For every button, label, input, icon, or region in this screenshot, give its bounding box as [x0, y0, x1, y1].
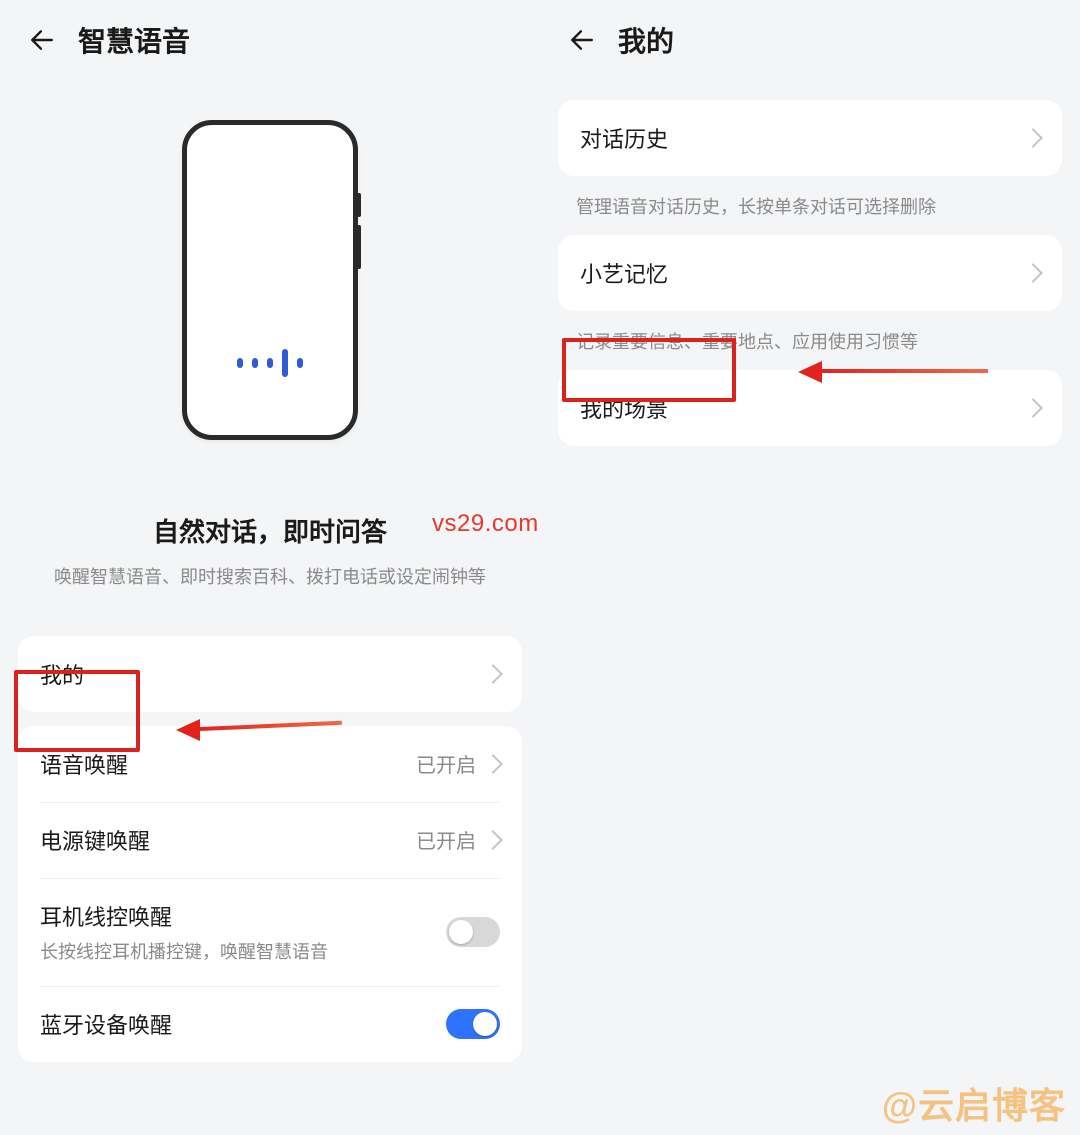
phone-illustration: [182, 120, 358, 440]
row-power-wake[interactable]: 电源键唤醒 已开启: [18, 802, 522, 878]
back-arrow-icon: [569, 27, 595, 53]
phone-side-button-icon: [357, 193, 361, 217]
chevron-right-icon: [483, 664, 503, 684]
topbar-left: 智慧语音: [0, 0, 540, 80]
history-desc: 管理语音对话历史，长按单条对话可选择删除: [540, 176, 1080, 221]
back-arrow-icon: [29, 27, 55, 53]
chevron-right-icon: [1023, 263, 1043, 283]
row-my-label: 我的: [40, 658, 486, 690]
phone-side-button-icon: [357, 225, 361, 269]
toggle-bluetooth-wake[interactable]: [446, 1009, 500, 1039]
row-my[interactable]: 我的: [18, 636, 522, 712]
row-memory-label: 小艺记忆: [580, 257, 1026, 289]
hero-title: 自然对话，即时问答: [153, 512, 387, 549]
chevron-right-icon: [1023, 128, 1043, 148]
chevron-right-icon: [1023, 398, 1043, 418]
memory-desc: 记录重要信息、重要地点、应用使用习惯等: [540, 311, 1080, 356]
pane-smart-voice: 智慧语音 自然对话，即时问答 唤醒智慧语音、即时搜索百科、拨打电话或设定闹钟等 …: [0, 0, 540, 1135]
card-memory: 小艺记忆: [558, 235, 1062, 311]
row-voice-wake-label: 语音唤醒: [40, 748, 416, 780]
row-wired-headset-wake-label: 耳机线控唤醒: [40, 900, 446, 932]
row-bluetooth-wake[interactable]: 蓝牙设备唤醒: [18, 986, 522, 1062]
topbar-right: 我的: [540, 0, 1080, 80]
toggle-wired-headset-wake[interactable]: [446, 917, 500, 947]
pane-my: 我的 对话历史 管理语音对话历史，长按单条对话可选择删除 小艺记忆 记录重要信息…: [540, 0, 1080, 1135]
row-wired-headset-wake-sub: 长按线控耳机播控键，唤醒智慧语音: [40, 938, 446, 964]
voice-wave-icon: [187, 349, 353, 377]
card-my: 我的: [18, 636, 522, 712]
row-bluetooth-wake-label: 蓝牙设备唤醒: [40, 1008, 446, 1040]
card-wake-options: 语音唤醒 已开启 电源键唤醒 已开启 耳机线控唤醒 长按线控耳机播控键，唤醒智慧…: [18, 726, 522, 1062]
back-button[interactable]: [20, 18, 64, 62]
page-title-left: 智慧语音: [78, 20, 190, 60]
card-history: 对话历史: [558, 100, 1062, 176]
hero-description: 唤醒智慧语音、即时搜索百科、拨打电话或设定闹钟等: [18, 563, 522, 592]
back-button[interactable]: [560, 18, 604, 62]
watermark-site: vs29.com: [432, 510, 539, 538]
row-history-label: 对话历史: [580, 122, 1026, 154]
row-power-wake-value: 已开启: [416, 825, 476, 854]
row-scenes[interactable]: 我的场景: [558, 370, 1062, 446]
row-power-wake-label: 电源键唤醒: [40, 824, 416, 856]
row-voice-wake[interactable]: 语音唤醒 已开启: [18, 726, 522, 802]
row-memory[interactable]: 小艺记忆: [558, 235, 1062, 311]
row-wired-headset-wake[interactable]: 耳机线控唤醒 长按线控耳机播控键，唤醒智慧语音: [18, 878, 522, 986]
row-voice-wake-value: 已开启: [416, 749, 476, 778]
watermark-author: @云启博客: [882, 1077, 1066, 1129]
row-scenes-label: 我的场景: [580, 392, 1026, 424]
row-history[interactable]: 对话历史: [558, 100, 1062, 176]
chevron-right-icon: [483, 754, 503, 774]
chevron-right-icon: [483, 830, 503, 850]
card-scenes: 我的场景: [558, 370, 1062, 446]
page-title-right: 我的: [618, 20, 674, 60]
